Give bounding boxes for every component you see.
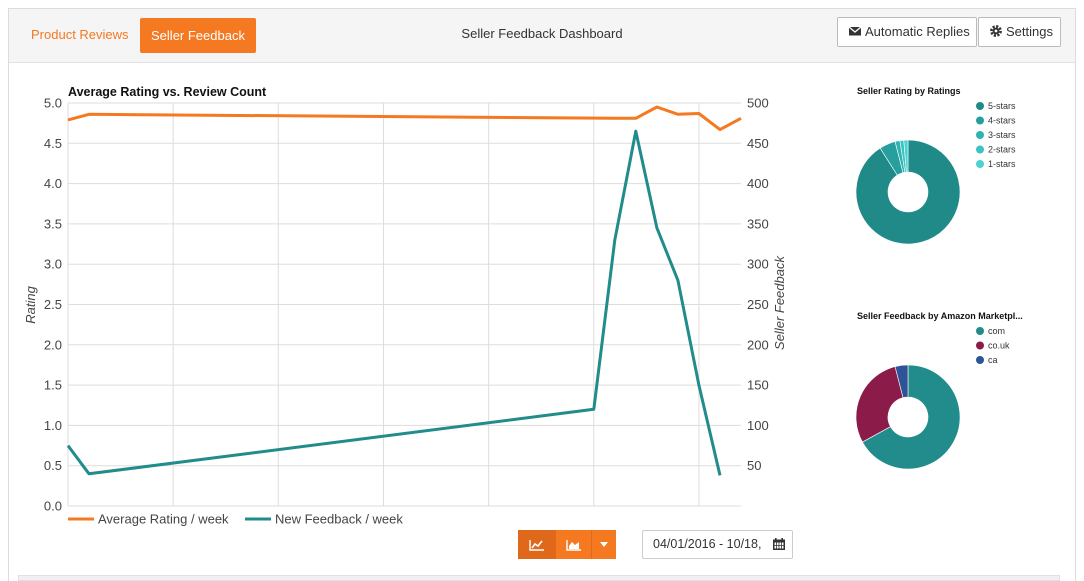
settings-label: Settings [1006, 24, 1053, 39]
gear-icon [990, 25, 1002, 37]
area-chart-button[interactable] [556, 530, 592, 559]
tab-product-reviews[interactable]: Product Reviews [31, 27, 129, 42]
settings-button[interactable]: Settings [978, 17, 1061, 47]
calendar-icon[interactable] [772, 537, 786, 551]
top-bar: Product Reviews Seller Feedback Seller F… [9, 9, 1075, 63]
chart-view-toolbar [518, 530, 616, 559]
envelope-icon [848, 26, 862, 36]
automatic-replies-button[interactable]: Automatic Replies [837, 17, 977, 47]
line-chart-button[interactable] [518, 530, 556, 559]
tab-seller-feedback[interactable]: Seller Feedback [140, 18, 256, 53]
automatic-replies-label: Automatic Replies [865, 24, 970, 39]
caret-down-icon [600, 542, 608, 547]
line-chart-icon [528, 539, 544, 551]
dashboard-panel: Product Reviews Seller Feedback Seller F… [8, 8, 1076, 581]
chart-type-dropdown[interactable] [592, 530, 616, 559]
area-chart-icon [565, 539, 581, 551]
date-range-input[interactable]: 04/01/2016 - 10/18, [642, 530, 793, 559]
bottom-panel-edge [18, 575, 1060, 581]
date-range-value: 04/01/2016 - 10/18, [653, 537, 762, 551]
